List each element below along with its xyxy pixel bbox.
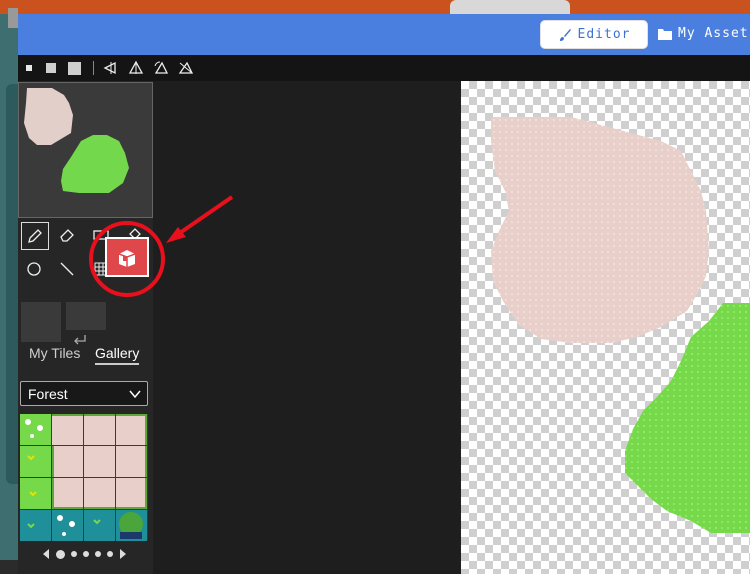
editor-window: Editor My Assets My Tiles Gallery Forest bbox=[18, 14, 750, 574]
page-dot[interactable] bbox=[107, 551, 113, 557]
page-dot[interactable] bbox=[71, 551, 77, 557]
mirror-left-icon[interactable] bbox=[103, 60, 119, 76]
tile-path-left[interactable] bbox=[52, 446, 83, 477]
my-assets-button[interactable]: My Assets bbox=[652, 20, 750, 47]
top-bar: Editor My Assets bbox=[18, 14, 750, 55]
flip-icon[interactable] bbox=[178, 60, 194, 76]
next-page-icon[interactable] bbox=[119, 548, 127, 560]
circle-tool[interactable] bbox=[21, 256, 47, 282]
tile-preview bbox=[18, 82, 153, 218]
primary-color-swatch[interactable] bbox=[21, 302, 61, 342]
annotation-arrow bbox=[166, 195, 234, 243]
background-logo bbox=[8, 8, 18, 28]
prev-page-icon[interactable] bbox=[42, 548, 50, 560]
tile-path-top-right[interactable] bbox=[116, 414, 147, 445]
pencil-icon bbox=[28, 229, 42, 243]
tile-path-right[interactable] bbox=[116, 446, 147, 477]
preview-art bbox=[24, 88, 129, 193]
tab-my-tiles[interactable]: My Tiles bbox=[29, 345, 80, 361]
tile-bush[interactable] bbox=[116, 510, 147, 541]
background-panel bbox=[0, 14, 18, 560]
tile-grass-yellow[interactable] bbox=[20, 446, 51, 477]
tile-path-bottom-left[interactable] bbox=[52, 478, 83, 509]
tile-path-bottom[interactable] bbox=[84, 478, 115, 509]
chevron-down-icon bbox=[129, 390, 141, 399]
background-tab bbox=[450, 0, 570, 14]
paintbrush-icon bbox=[559, 28, 571, 41]
background-window-bar bbox=[0, 0, 750, 14]
tab-gallery[interactable]: Gallery bbox=[95, 345, 140, 365]
brush-size-small-icon[interactable] bbox=[26, 65, 32, 71]
folder-icon bbox=[658, 28, 672, 40]
tile-path-bottom-right[interactable] bbox=[116, 478, 147, 509]
my-assets-label: My Assets bbox=[678, 26, 750, 41]
left-panel: My Tiles Gallery Forest bbox=[18, 81, 153, 574]
secondary-color-swatch[interactable] bbox=[66, 302, 106, 330]
tile-path-center[interactable] bbox=[84, 446, 115, 477]
category-value: Forest bbox=[28, 385, 68, 402]
page-dot[interactable] bbox=[95, 551, 101, 557]
circle-icon bbox=[27, 262, 41, 276]
editor-button[interactable]: Editor bbox=[540, 20, 648, 49]
rotate-icon[interactable] bbox=[153, 60, 169, 76]
tile-tabs: My Tiles Gallery bbox=[18, 343, 153, 365]
brush-toolbar bbox=[18, 55, 750, 81]
line-tool[interactable] bbox=[54, 256, 80, 282]
gallery-pager bbox=[42, 547, 132, 561]
eraser-tool[interactable] bbox=[54, 222, 80, 248]
canvas-art bbox=[491, 117, 750, 533]
brush-size-medium-icon[interactable] bbox=[46, 63, 56, 73]
tile-grass-flowers[interactable] bbox=[20, 414, 51, 445]
line-icon bbox=[60, 262, 74, 276]
toolbar-divider bbox=[93, 61, 94, 75]
tile-water-grass[interactable] bbox=[20, 510, 51, 541]
tile-path-top[interactable] bbox=[84, 414, 115, 445]
eraser-icon bbox=[60, 229, 74, 242]
mirror-vertical-icon[interactable] bbox=[128, 60, 144, 76]
page-dot-active[interactable] bbox=[56, 549, 65, 559]
page-dot[interactable] bbox=[83, 551, 89, 557]
tile-grass-tuft[interactable] bbox=[20, 478, 51, 509]
pencil-tool[interactable] bbox=[21, 222, 49, 250]
tile-gallery-grid bbox=[20, 414, 148, 541]
annotation-circle bbox=[89, 221, 165, 297]
canvas-margin bbox=[153, 81, 461, 574]
brush-size-large-icon[interactable] bbox=[68, 61, 81, 75]
editor-label: Editor bbox=[577, 27, 631, 42]
category-select[interactable]: Forest bbox=[20, 381, 148, 406]
tile-water-plain[interactable] bbox=[84, 510, 115, 541]
drawing-canvas[interactable] bbox=[461, 81, 750, 574]
tile-water-flowers[interactable] bbox=[52, 510, 83, 541]
tile-path-top-left[interactable] bbox=[52, 414, 83, 445]
